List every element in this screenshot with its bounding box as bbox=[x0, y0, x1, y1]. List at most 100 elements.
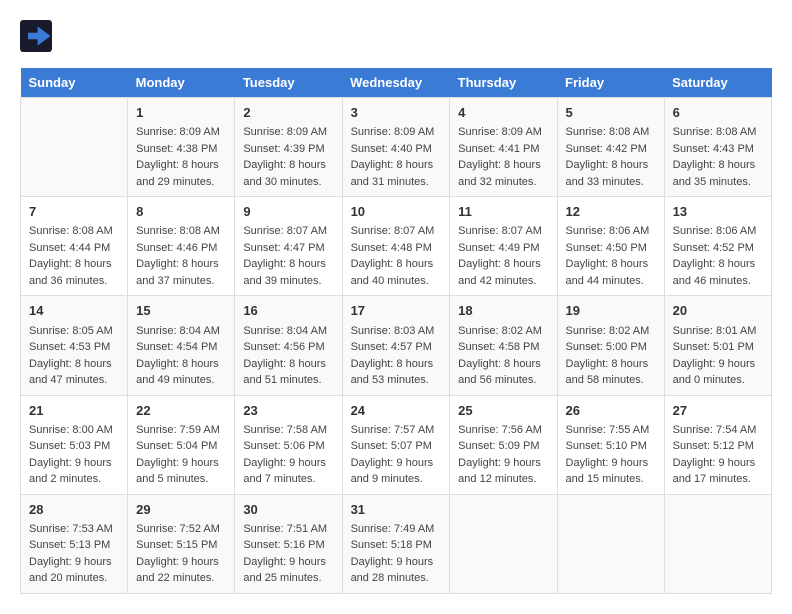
calendar-cell: 9 Sunrise: 8:07 AMSunset: 4:47 PMDaylight… bbox=[235, 197, 342, 296]
calendar-cell: 15 Sunrise: 8:04 AMSunset: 4:54 PMDayligh… bbox=[128, 296, 235, 395]
day-info: Sunrise: 8:06 AMSunset: 4:50 PMDaylight:… bbox=[566, 223, 656, 289]
calendar-cell: 28 Sunrise: 7:53 AMSunset: 5:13 PMDayligh… bbox=[21, 494, 128, 593]
calendar-cell: 5 Sunrise: 8:08 AMSunset: 4:42 PMDaylight… bbox=[557, 98, 664, 197]
day-info: Sunrise: 8:09 AMSunset: 4:39 PMDaylight:… bbox=[243, 124, 333, 190]
calendar-cell: 24 Sunrise: 7:57 AMSunset: 5:07 PMDayligh… bbox=[342, 395, 450, 494]
day-info: Sunrise: 7:54 AMSunset: 5:12 PMDaylight:… bbox=[673, 422, 763, 488]
day-number: 11 bbox=[458, 203, 548, 221]
day-info: Sunrise: 8:00 AMSunset: 5:03 PMDaylight:… bbox=[29, 422, 119, 488]
day-info: Sunrise: 7:56 AMSunset: 5:09 PMDaylight:… bbox=[458, 422, 548, 488]
calendar-cell: 18Sunrise: 8:02 AMSunset: 4:58 PMDayligh… bbox=[450, 296, 557, 395]
day-number: 25 bbox=[458, 402, 548, 420]
calendar-table: SundayMondayTuesdayWednesdayThursdayFrid… bbox=[20, 68, 772, 594]
calendar-week-row: 1 Sunrise: 8:09 AMSunset: 4:38 PMDaylight… bbox=[21, 98, 772, 197]
calendar-cell: 19Sunrise: 8:02 AMSunset: 5:00 PMDayligh… bbox=[557, 296, 664, 395]
day-number: 22 bbox=[136, 402, 226, 420]
weekday-header: Thursday bbox=[450, 68, 557, 98]
calendar-week-row: 28 Sunrise: 7:53 AMSunset: 5:13 PMDayligh… bbox=[21, 494, 772, 593]
calendar-cell bbox=[21, 98, 128, 197]
logo bbox=[20, 20, 56, 52]
calendar-cell: 7 Sunrise: 8:08 AMSunset: 4:44 PMDaylight… bbox=[21, 197, 128, 296]
calendar-week-row: 21Sunrise: 8:00 AMSunset: 5:03 PMDayligh… bbox=[21, 395, 772, 494]
day-info: Sunrise: 8:01 AMSunset: 5:01 PMDaylight:… bbox=[673, 323, 763, 389]
day-info: Sunrise: 8:04 AMSunset: 4:54 PMDaylight:… bbox=[136, 323, 226, 389]
day-number: 6 bbox=[673, 104, 763, 122]
day-number: 28 bbox=[29, 501, 119, 519]
day-info: Sunrise: 7:57 AMSunset: 5:07 PMDaylight:… bbox=[351, 422, 442, 488]
calendar-cell: 25 Sunrise: 7:56 AMSunset: 5:09 PMDayligh… bbox=[450, 395, 557, 494]
day-number: 1 bbox=[136, 104, 226, 122]
day-info: Sunrise: 8:09 AMSunset: 4:41 PMDaylight:… bbox=[458, 124, 548, 190]
calendar-cell: 16 Sunrise: 8:04 AMSunset: 4:56 PMDayligh… bbox=[235, 296, 342, 395]
day-number: 20 bbox=[673, 302, 763, 320]
day-info: Sunrise: 8:09 AMSunset: 4:38 PMDaylight:… bbox=[136, 124, 226, 190]
calendar-week-row: 7 Sunrise: 8:08 AMSunset: 4:44 PMDaylight… bbox=[21, 197, 772, 296]
calendar-cell bbox=[557, 494, 664, 593]
day-number: 13 bbox=[673, 203, 763, 221]
weekday-header: Monday bbox=[128, 68, 235, 98]
day-number: 15 bbox=[136, 302, 226, 320]
day-info: Sunrise: 7:58 AMSunset: 5:06 PMDaylight:… bbox=[243, 422, 333, 488]
day-number: 16 bbox=[243, 302, 333, 320]
day-number: 9 bbox=[243, 203, 333, 221]
day-number: 29 bbox=[136, 501, 226, 519]
calendar-cell: 20 Sunrise: 8:01 AMSunset: 5:01 PMDayligh… bbox=[664, 296, 771, 395]
day-info: Sunrise: 8:05 AMSunset: 4:53 PMDaylight:… bbox=[29, 323, 119, 389]
day-info: Sunrise: 7:59 AMSunset: 5:04 PMDaylight:… bbox=[136, 422, 226, 488]
day-info: Sunrise: 7:53 AMSunset: 5:13 PMDaylight:… bbox=[29, 521, 119, 587]
day-number: 17 bbox=[351, 302, 442, 320]
day-number: 10 bbox=[351, 203, 442, 221]
day-info: Sunrise: 8:02 AMSunset: 5:00 PMDaylight:… bbox=[566, 323, 656, 389]
calendar-week-row: 14 Sunrise: 8:05 AMSunset: 4:53 PMDayligh… bbox=[21, 296, 772, 395]
calendar-cell: 2 Sunrise: 8:09 AMSunset: 4:39 PMDaylight… bbox=[235, 98, 342, 197]
calendar-cell: 3 Sunrise: 8:09 AMSunset: 4:40 PMDaylight… bbox=[342, 98, 450, 197]
day-number: 3 bbox=[351, 104, 442, 122]
weekday-header: Friday bbox=[557, 68, 664, 98]
calendar-cell bbox=[450, 494, 557, 593]
calendar-cell: 10 Sunrise: 8:07 AMSunset: 4:48 PMDayligh… bbox=[342, 197, 450, 296]
calendar-cell: 14 Sunrise: 8:05 AMSunset: 4:53 PMDayligh… bbox=[21, 296, 128, 395]
weekday-header: Sunday bbox=[21, 68, 128, 98]
calendar-cell: 31 Sunrise: 7:49 AMSunset: 5:18 PMDayligh… bbox=[342, 494, 450, 593]
day-info: Sunrise: 7:55 AMSunset: 5:10 PMDaylight:… bbox=[566, 422, 656, 488]
calendar-cell: 22 Sunrise: 7:59 AMSunset: 5:04 PMDayligh… bbox=[128, 395, 235, 494]
day-info: Sunrise: 7:49 AMSunset: 5:18 PMDaylight:… bbox=[351, 521, 442, 587]
calendar-cell: 29 Sunrise: 7:52 AMSunset: 5:15 PMDayligh… bbox=[128, 494, 235, 593]
day-info: Sunrise: 8:07 AMSunset: 4:49 PMDaylight:… bbox=[458, 223, 548, 289]
day-info: Sunrise: 8:07 AMSunset: 4:47 PMDaylight:… bbox=[243, 223, 333, 289]
day-number: 12 bbox=[566, 203, 656, 221]
day-info: Sunrise: 7:52 AMSunset: 5:15 PMDaylight:… bbox=[136, 521, 226, 587]
calendar-cell: 8 Sunrise: 8:08 AMSunset: 4:46 PMDaylight… bbox=[128, 197, 235, 296]
weekday-header: Tuesday bbox=[235, 68, 342, 98]
day-info: Sunrise: 8:04 AMSunset: 4:56 PMDaylight:… bbox=[243, 323, 333, 389]
day-info: Sunrise: 8:09 AMSunset: 4:40 PMDaylight:… bbox=[351, 124, 442, 190]
day-info: Sunrise: 8:08 AMSunset: 4:42 PMDaylight:… bbox=[566, 124, 656, 190]
day-number: 7 bbox=[29, 203, 119, 221]
day-number: 5 bbox=[566, 104, 656, 122]
calendar-cell: 17Sunrise: 8:03 AMSunset: 4:57 PMDayligh… bbox=[342, 296, 450, 395]
calendar-cell: 11 Sunrise: 8:07 AMSunset: 4:49 PMDayligh… bbox=[450, 197, 557, 296]
day-number: 24 bbox=[351, 402, 442, 420]
day-info: Sunrise: 8:07 AMSunset: 4:48 PMDaylight:… bbox=[351, 223, 442, 289]
calendar-cell: 30Sunrise: 7:51 AMSunset: 5:16 PMDayligh… bbox=[235, 494, 342, 593]
calendar-header-row: SundayMondayTuesdayWednesdayThursdayFrid… bbox=[21, 68, 772, 98]
logo-icon bbox=[20, 20, 52, 52]
calendar-cell: 21Sunrise: 8:00 AMSunset: 5:03 PMDayligh… bbox=[21, 395, 128, 494]
day-number: 26 bbox=[566, 402, 656, 420]
day-info: Sunrise: 8:08 AMSunset: 4:44 PMDaylight:… bbox=[29, 223, 119, 289]
calendar-cell: 23Sunrise: 7:58 AMSunset: 5:06 PMDayligh… bbox=[235, 395, 342, 494]
calendar-cell: 13Sunrise: 8:06 AMSunset: 4:52 PMDayligh… bbox=[664, 197, 771, 296]
weekday-header: Saturday bbox=[664, 68, 771, 98]
calendar-cell: 26 Sunrise: 7:55 AMSunset: 5:10 PMDayligh… bbox=[557, 395, 664, 494]
day-number: 2 bbox=[243, 104, 333, 122]
day-info: Sunrise: 8:02 AMSunset: 4:58 PMDaylight:… bbox=[458, 323, 548, 389]
day-number: 30 bbox=[243, 501, 333, 519]
weekday-header: Wednesday bbox=[342, 68, 450, 98]
page-header bbox=[20, 20, 772, 52]
calendar-cell bbox=[664, 494, 771, 593]
day-number: 8 bbox=[136, 203, 226, 221]
day-number: 14 bbox=[29, 302, 119, 320]
day-number: 27 bbox=[673, 402, 763, 420]
day-info: Sunrise: 8:08 AMSunset: 4:46 PMDaylight:… bbox=[136, 223, 226, 289]
day-number: 31 bbox=[351, 501, 442, 519]
